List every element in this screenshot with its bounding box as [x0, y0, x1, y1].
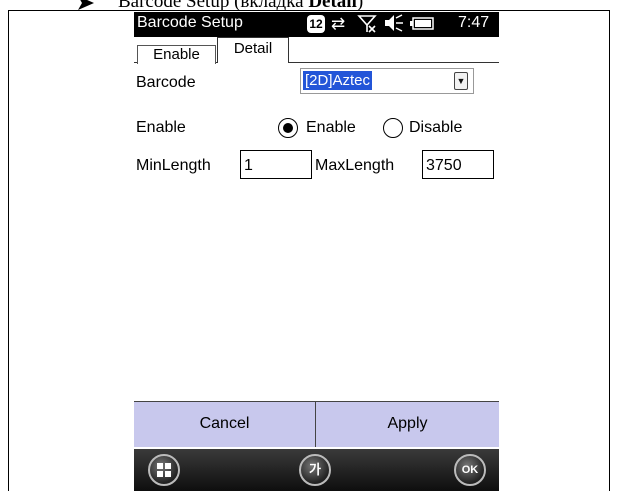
clock: 7:47	[458, 14, 490, 31]
document-frame-left	[8, 10, 9, 491]
button-bar: Cancel Apply	[134, 401, 499, 447]
apply-button[interactable]: Apply	[316, 401, 499, 447]
minlength-field[interactable]: 1	[240, 150, 312, 179]
enable-label: Enable	[136, 119, 186, 136]
start-menu-icon[interactable]	[148, 454, 180, 486]
volume-icon[interactable]	[383, 13, 405, 39]
barcode-label: Barcode	[136, 74, 196, 91]
disable-radio[interactable]	[383, 118, 403, 138]
sync-icon: ⇄	[331, 14, 346, 33]
document-frame-right	[609, 10, 610, 491]
minlength-label: MinLength	[136, 157, 211, 174]
tab-detail[interactable]: Detail	[217, 37, 289, 63]
no-signal-icon	[357, 13, 377, 39]
bullet-arrow-icon	[78, 0, 118, 13]
tab-enable[interactable]: Enable	[137, 45, 216, 64]
button-bar-border	[134, 401, 499, 402]
barcode-select-value: [2D]Aztec	[303, 71, 373, 90]
barcode-select[interactable]: [2D]Aztec ▼	[300, 68, 474, 94]
enable-option-label[interactable]: Enable	[306, 119, 356, 137]
active-tab-gap	[218, 61, 287, 64]
maxlength-field[interactable]: 3750	[422, 150, 494, 179]
document-caption: Barcode Setup (вкладка Detail)	[78, 0, 363, 13]
device-screen: Barcode Setup 12 ⇄ 7:47 Enable Detail Ba…	[134, 12, 499, 491]
chevron-down-icon[interactable]: ▼	[454, 72, 468, 90]
softkey-bar: 가 OK	[134, 449, 499, 491]
maxlength-label: MaxLength	[315, 157, 395, 174]
input-method-button[interactable]: 가	[299, 454, 331, 486]
battery-icon[interactable]	[410, 13, 436, 39]
notification-badge[interactable]: 12	[307, 15, 325, 33]
enable-radio[interactable]	[278, 118, 298, 138]
status-bar: Barcode Setup 12 ⇄ 7:47	[134, 12, 499, 37]
cancel-button[interactable]: Cancel	[134, 401, 315, 447]
disable-option-label[interactable]: Disable	[409, 119, 462, 137]
app-title: Barcode Setup	[137, 14, 243, 31]
ok-button[interactable]: OK	[454, 454, 486, 486]
